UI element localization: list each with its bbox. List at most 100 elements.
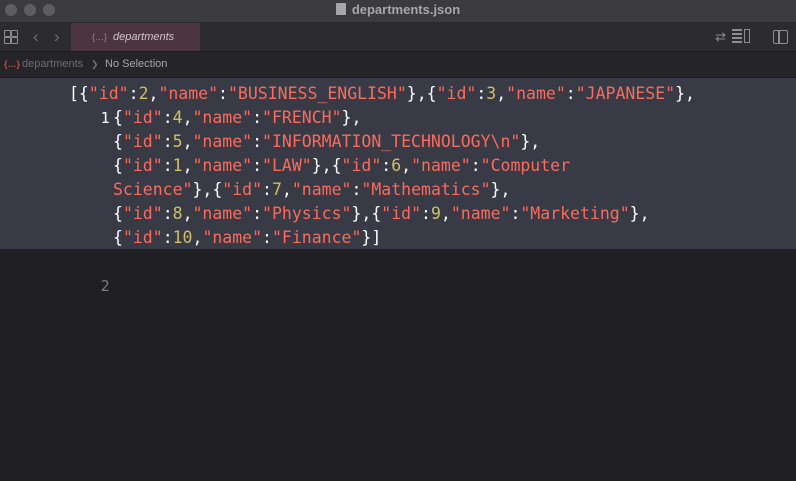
json-file-icon: {…} [4, 59, 21, 69]
punctuation-token: : [565, 84, 576, 103]
window-title: departments.json [0, 0, 796, 22]
chevron-left-icon[interactable]: ‹ [33, 27, 39, 47]
chevron-right-icon[interactable]: › [54, 27, 60, 47]
punctuation-token: },{ [351, 204, 382, 223]
related-items-grid-icon[interactable] [4, 30, 18, 44]
document-icon [335, 3, 346, 15]
punctuation-token: : [476, 84, 487, 103]
punctuation-token: , [401, 156, 412, 175]
string-token: "Marketing" [520, 204, 630, 223]
code-row[interactable]: [{"id":2,"name":"BUSINESS_ENGLISH"},{"id… [69, 82, 695, 106]
punctuation-token: : [252, 204, 263, 223]
number-token: 3 [486, 84, 497, 103]
punctuation-token: , [182, 156, 193, 175]
breadcrumb-file[interactable]: departments [22, 52, 83, 77]
string-token: "id" [122, 204, 163, 223]
punctuation-token: { [113, 108, 123, 127]
punctuation-token: { [113, 228, 123, 247]
tab-departments[interactable]: {…} departments [71, 23, 200, 51]
punctuation-token: , [440, 204, 451, 223]
punctuation-token: , [148, 84, 159, 103]
string-token: "Finance" [271, 228, 362, 247]
punctuation-token: , [182, 108, 193, 127]
punctuation-token: { [113, 156, 123, 175]
string-token: "id" [122, 156, 163, 175]
number-token: 1 [172, 156, 183, 175]
string-token: "Physics" [262, 204, 352, 223]
code-row[interactable]: Science"},{"id":7,"name":"Mathematics"}, [113, 178, 510, 202]
swap-arrows-icon[interactable]: ⇄ [715, 29, 726, 45]
string-token: "name" [192, 156, 253, 175]
string-token: "id" [88, 84, 129, 103]
punctuation-token: , [496, 84, 507, 103]
punctuation-token: : [252, 132, 263, 151]
line-2[interactable]: 2 [0, 250, 796, 295]
string-token: "name" [158, 84, 219, 103]
punctuation-token: : [351, 180, 362, 199]
punctuation-token: , [182, 132, 193, 151]
string-token: Science" [113, 180, 193, 199]
string-token: "id" [222, 180, 263, 199]
string-token: "id" [122, 132, 163, 151]
punctuation-token: : [262, 228, 272, 247]
number-token: 7 [271, 180, 282, 199]
string-token: "name" [192, 132, 253, 151]
number-token: 8 [172, 204, 183, 223]
punctuation-token: : [252, 156, 263, 175]
punctuation-token: : [162, 228, 173, 247]
number-token: 9 [430, 204, 441, 223]
string-token: "name" [291, 180, 352, 199]
string-token: "name" [202, 228, 263, 247]
code-editor[interactable]: 1 2 [{"id":2,"name":"BUSINESS_ENGLISH"},… [0, 78, 796, 481]
number-token: 10 [172, 228, 193, 247]
code-row[interactable]: {"id":10,"name":"Finance"}] [113, 226, 381, 250]
punctuation-token: [{ [69, 84, 89, 103]
number-token: 2 [138, 84, 149, 103]
punctuation-token: : [162, 156, 173, 175]
string-token: "Computer [480, 156, 571, 175]
punctuation-token: , [182, 204, 193, 223]
punctuation-token: }] [361, 228, 382, 247]
punctuation-token: , [192, 228, 203, 247]
punctuation-token: : [162, 132, 173, 151]
punctuation-token: : [381, 156, 392, 175]
code-row[interactable]: {"id":8,"name":"Physics"},{"id":9,"name"… [113, 202, 650, 226]
punctuation-token: },{ [192, 180, 223, 199]
code-row[interactable]: {"id":4,"name":"FRENCH"}, [113, 106, 361, 130]
string-token: "JAPANESE" [575, 84, 676, 103]
punctuation-token: }, [341, 108, 362, 127]
split-editor-icon[interactable] [773, 30, 788, 44]
editor-options-icon[interactable] [732, 29, 750, 43]
string-token: "name" [411, 156, 471, 175]
string-token: "name" [192, 204, 253, 223]
number-token: 4 [172, 108, 183, 127]
punctuation-token: : [252, 108, 263, 127]
string-token: "LAW" [262, 156, 312, 175]
string-token: "name" [450, 204, 511, 223]
punctuation-token: },{ [406, 84, 437, 103]
punctuation-token: : [162, 108, 173, 127]
string-token: "FRENCH" [262, 108, 342, 127]
json-file-icon: {…} [92, 32, 108, 42]
line-number: 1 [100, 109, 110, 127]
punctuation-token: : [470, 156, 481, 175]
punctuation-token: }, [675, 84, 695, 103]
punctuation-token: },{ [311, 156, 342, 175]
code-row[interactable]: {"id":5,"name":"INFORMATION_TECHNOLOGY\n… [113, 130, 540, 154]
punctuation-token: : [510, 204, 521, 223]
string-token: "id" [341, 156, 382, 175]
editor-options: ⇄ [698, 29, 788, 45]
title-bar: departments.json [0, 0, 796, 23]
string-token: "name" [192, 108, 253, 127]
punctuation-token: : [262, 180, 272, 199]
breadcrumb-selection[interactable]: No Selection [105, 52, 167, 77]
code-row[interactable]: {"id":1,"name":"LAW"},{"id":6,"name":"Co… [113, 154, 570, 178]
string-token: "Mathematics" [361, 180, 491, 199]
window-title-text: departments.json [351, 2, 461, 17]
tab-label: departments [113, 31, 175, 43]
tab-bar: ‹ › {…} departments ⇄ [0, 23, 796, 52]
line-number: 2 [100, 277, 110, 295]
string-token: "id" [122, 108, 163, 127]
string-token: "id" [122, 228, 163, 247]
punctuation-token: }, [520, 132, 541, 151]
